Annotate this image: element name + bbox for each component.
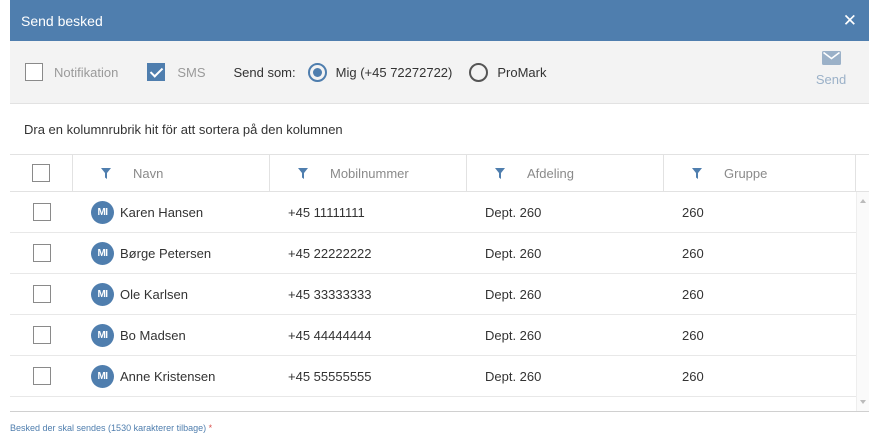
row-checkbox[interactable] — [32, 244, 51, 262]
header-name[interactable]: Navn — [73, 155, 270, 191]
send-as-promark-label: ProMark — [497, 64, 547, 80]
table-row[interactable]: MI Børge Petersen +45 22222222 Dept. 260 … — [10, 233, 856, 274]
name-text: Ole Karlsen — [120, 286, 188, 302]
filter-icon[interactable] — [101, 167, 111, 179]
send-as-me-label: Mig (+45 72272722) — [335, 64, 453, 80]
notification-checkbox[interactable]: Notifikation — [25, 63, 118, 81]
row-select-cell[interactable] — [10, 203, 73, 221]
row-select-cell[interactable] — [10, 326, 73, 344]
name-cell: MI Børge Petersen — [73, 241, 270, 265]
department-cell: Dept. 260 — [485, 204, 542, 220]
header-department-label: Afdeling — [527, 165, 574, 181]
name-text: Anne Kristensen — [120, 368, 216, 384]
avatar: MI — [91, 282, 114, 306]
send-message-dialog: Send besked ✕ Notifikation SMS Send som:… — [10, 0, 869, 436]
header-select-all[interactable] — [10, 155, 73, 191]
table-row[interactable]: MI Karen Hansen +45 11111111 Dept. 260 26… — [10, 192, 856, 233]
group-cell: 260 — [682, 327, 704, 343]
table-row[interactable]: MI Ole Karlsen +45 33333333 Dept. 260 260 — [10, 274, 856, 315]
group-hint-text: Dra en kolumnrubrik hit för att sortera … — [24, 121, 343, 137]
name-cell: MI Anne Kristensen — [73, 364, 270, 388]
send-as-promark-radio[interactable]: ProMark — [469, 62, 547, 82]
required-mark: * — [208, 423, 213, 433]
row-checkbox[interactable] — [32, 326, 51, 344]
scroll-up-icon[interactable] — [860, 199, 866, 203]
avatar: MI — [91, 200, 114, 224]
message-field-label: Besked der skal sendes (1530 karakterer … — [10, 423, 212, 433]
avatar: MI — [91, 364, 114, 388]
notification-label: Notifikation — [54, 64, 119, 80]
filter-icon[interactable] — [298, 167, 308, 179]
department-cell: Dept. 260 — [485, 286, 542, 302]
department-cell: Dept. 260 — [485, 368, 542, 384]
row-select-cell[interactable] — [10, 285, 73, 303]
filter-icon[interactable] — [692, 167, 702, 179]
header-department[interactable]: Afdeling — [467, 155, 664, 191]
send-as-promark-radio-dot[interactable] — [469, 62, 489, 82]
name-text: Karen Hansen — [120, 204, 204, 220]
recipients-grid: Navn Mobilnummer Afdeling Gruppe MI Karen… — [10, 154, 869, 412]
row-checkbox[interactable] — [32, 367, 51, 385]
table-row[interactable]: MI Anne Kristensen +45 55555555 Dept. 260… — [10, 356, 856, 397]
name-text: Børge Petersen — [120, 245, 212, 261]
table-row[interactable]: MI Bo Madsen +45 44444444 Dept. 260 260 — [10, 315, 856, 356]
send-options-toolbar: Notifikation SMS Send som: Mig (+45 7227… — [10, 41, 869, 103]
department-cell: Dept. 260 — [485, 327, 542, 343]
row-checkbox[interactable] — [32, 203, 51, 221]
avatar: MI — [91, 241, 114, 265]
close-icon[interactable]: ✕ — [843, 12, 857, 29]
sms-checkbox[interactable]: SMS — [147, 63, 205, 81]
select-all-checkbox[interactable] — [32, 164, 50, 182]
department-cell: Dept. 260 — [485, 245, 542, 261]
mobile-cell: +45 33333333 — [288, 286, 372, 302]
mobile-cell: +45 44444444 — [288, 327, 372, 343]
dialog-titlebar: Send besked ✕ — [10, 0, 869, 41]
message-field-label-text: Besked der skal sendes (1530 karakterer … — [10, 423, 207, 433]
notification-checkbox-box[interactable] — [25, 63, 43, 81]
name-cell: MI Karen Hansen — [73, 200, 270, 224]
header-mobile[interactable]: Mobilnummer — [270, 155, 467, 191]
header-mobile-label: Mobilnummer — [330, 165, 409, 181]
grid-scrollbar[interactable] — [856, 192, 869, 411]
row-checkbox[interactable] — [32, 285, 51, 303]
group-cell: 260 — [682, 368, 704, 384]
dialog-title: Send besked — [21, 12, 103, 29]
send-button[interactable]: Send — [811, 51, 851, 87]
scroll-down-icon[interactable] — [860, 400, 866, 404]
sms-label: SMS — [177, 64, 206, 80]
mobile-cell: +45 22222222 — [288, 245, 372, 261]
send-as-me-radio-dot[interactable] — [307, 62, 327, 82]
header-scroll-spacer — [856, 155, 869, 191]
name-text: Bo Madsen — [120, 327, 186, 343]
envelope-icon — [821, 51, 841, 68]
mobile-cell: +45 11111111 — [288, 204, 365, 220]
send-button-label: Send — [815, 72, 847, 87]
filter-icon[interactable] — [495, 167, 505, 179]
send-as-me-radio[interactable]: Mig (+45 72272722) — [307, 62, 453, 82]
header-group[interactable]: Gruppe — [664, 155, 856, 191]
header-group-label: Gruppe — [724, 165, 768, 181]
sms-checkbox-box[interactable] — [147, 63, 166, 81]
grid-body: MI Karen Hansen +45 11111111 Dept. 260 26… — [10, 192, 869, 411]
row-select-cell[interactable] — [10, 244, 73, 262]
group-cell: 260 — [682, 286, 704, 302]
row-select-cell[interactable] — [10, 367, 73, 385]
avatar: MI — [91, 323, 114, 347]
group-drop-area[interactable]: Dra en kolumnrubrik hit för att sortera … — [10, 103, 869, 154]
name-cell: MI Bo Madsen — [73, 323, 270, 347]
group-cell: 260 — [682, 245, 704, 261]
header-name-label: Navn — [133, 165, 164, 181]
group-cell: 260 — [682, 204, 704, 220]
mobile-cell: +45 55555555 — [288, 368, 372, 384]
name-cell: MI Ole Karlsen — [73, 282, 270, 306]
send-as-label: Send som: — [233, 64, 296, 80]
grid-header: Navn Mobilnummer Afdeling Gruppe — [10, 155, 869, 192]
